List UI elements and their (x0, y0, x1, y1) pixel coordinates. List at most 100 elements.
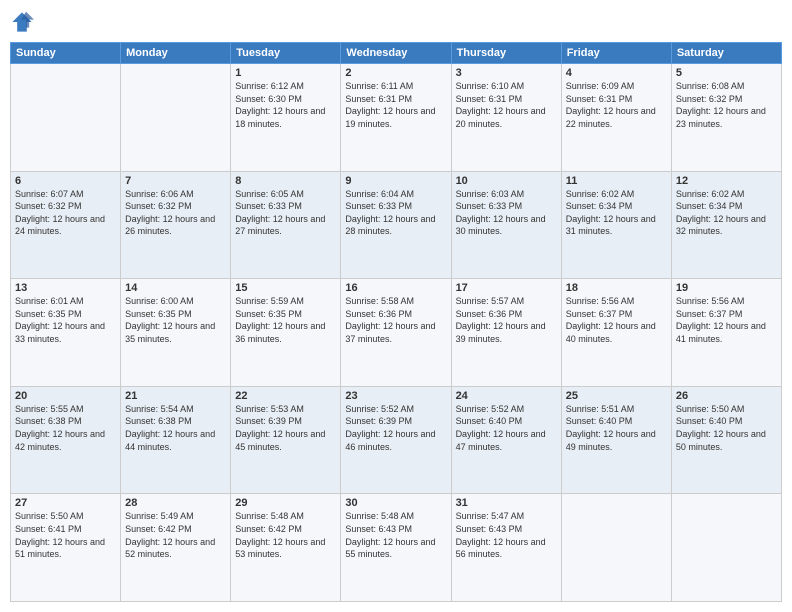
day-number: 23 (345, 390, 446, 402)
day-number: 1 (235, 67, 336, 79)
logo (10, 10, 36, 34)
day-number: 8 (235, 175, 336, 187)
table-row: 6Sunrise: 6:07 AMSunset: 6:32 PMDaylight… (11, 171, 121, 279)
day-info: Sunrise: 6:07 AMSunset: 6:32 PMDaylight:… (15, 188, 116, 238)
day-info: Sunrise: 6:05 AMSunset: 6:33 PMDaylight:… (235, 188, 336, 238)
table-row: 24Sunrise: 5:52 AMSunset: 6:40 PMDayligh… (451, 386, 561, 494)
day-number: 20 (15, 390, 116, 402)
day-number: 16 (345, 282, 446, 294)
day-info: Sunrise: 6:08 AMSunset: 6:32 PMDaylight:… (676, 80, 777, 130)
table-row (11, 64, 121, 172)
day-info: Sunrise: 5:56 AMSunset: 6:37 PMDaylight:… (566, 295, 667, 345)
day-info: Sunrise: 5:48 AMSunset: 6:42 PMDaylight:… (235, 510, 336, 560)
table-row: 17Sunrise: 5:57 AMSunset: 6:36 PMDayligh… (451, 279, 561, 387)
day-info: Sunrise: 5:54 AMSunset: 6:38 PMDaylight:… (125, 403, 226, 453)
day-number: 31 (456, 497, 557, 509)
day-number: 15 (235, 282, 336, 294)
day-info: Sunrise: 6:02 AMSunset: 6:34 PMDaylight:… (566, 188, 667, 238)
day-number: 19 (676, 282, 777, 294)
day-info: Sunrise: 5:52 AMSunset: 6:39 PMDaylight:… (345, 403, 446, 453)
table-row: 23Sunrise: 5:52 AMSunset: 6:39 PMDayligh… (341, 386, 451, 494)
col-tuesday: Tuesday (231, 43, 341, 64)
table-row: 2Sunrise: 6:11 AMSunset: 6:31 PMDaylight… (341, 64, 451, 172)
day-number: 26 (676, 390, 777, 402)
table-row: 14Sunrise: 6:00 AMSunset: 6:35 PMDayligh… (121, 279, 231, 387)
col-monday: Monday (121, 43, 231, 64)
table-row: 25Sunrise: 5:51 AMSunset: 6:40 PMDayligh… (561, 386, 671, 494)
calendar-week-row: 6Sunrise: 6:07 AMSunset: 6:32 PMDaylight… (11, 171, 782, 279)
day-info: Sunrise: 5:56 AMSunset: 6:37 PMDaylight:… (676, 295, 777, 345)
day-number: 12 (676, 175, 777, 187)
table-row: 4Sunrise: 6:09 AMSunset: 6:31 PMDaylight… (561, 64, 671, 172)
day-info: Sunrise: 5:59 AMSunset: 6:35 PMDaylight:… (235, 295, 336, 345)
table-row: 30Sunrise: 5:48 AMSunset: 6:43 PMDayligh… (341, 494, 451, 602)
day-info: Sunrise: 6:10 AMSunset: 6:31 PMDaylight:… (456, 80, 557, 130)
table-row (671, 494, 781, 602)
day-info: Sunrise: 6:00 AMSunset: 6:35 PMDaylight:… (125, 295, 226, 345)
day-info: Sunrise: 5:48 AMSunset: 6:43 PMDaylight:… (345, 510, 446, 560)
table-row: 27Sunrise: 5:50 AMSunset: 6:41 PMDayligh… (11, 494, 121, 602)
day-info: Sunrise: 5:49 AMSunset: 6:42 PMDaylight:… (125, 510, 226, 560)
table-row: 9Sunrise: 6:04 AMSunset: 6:33 PMDaylight… (341, 171, 451, 279)
day-number: 11 (566, 175, 667, 187)
page: Sunday Monday Tuesday Wednesday Thursday… (0, 0, 792, 612)
table-row: 8Sunrise: 6:05 AMSunset: 6:33 PMDaylight… (231, 171, 341, 279)
day-number: 3 (456, 67, 557, 79)
table-row (121, 64, 231, 172)
day-number: 24 (456, 390, 557, 402)
calendar-week-row: 27Sunrise: 5:50 AMSunset: 6:41 PMDayligh… (11, 494, 782, 602)
day-number: 17 (456, 282, 557, 294)
day-number: 4 (566, 67, 667, 79)
day-info: Sunrise: 5:57 AMSunset: 6:36 PMDaylight:… (456, 295, 557, 345)
col-thursday: Thursday (451, 43, 561, 64)
table-row: 18Sunrise: 5:56 AMSunset: 6:37 PMDayligh… (561, 279, 671, 387)
calendar-header-row: Sunday Monday Tuesday Wednesday Thursday… (11, 43, 782, 64)
day-number: 25 (566, 390, 667, 402)
table-row: 31Sunrise: 5:47 AMSunset: 6:43 PMDayligh… (451, 494, 561, 602)
day-number: 7 (125, 175, 226, 187)
table-row: 13Sunrise: 6:01 AMSunset: 6:35 PMDayligh… (11, 279, 121, 387)
day-info: Sunrise: 5:53 AMSunset: 6:39 PMDaylight:… (235, 403, 336, 453)
day-info: Sunrise: 5:50 AMSunset: 6:40 PMDaylight:… (676, 403, 777, 453)
day-number: 18 (566, 282, 667, 294)
day-number: 5 (676, 67, 777, 79)
day-number: 14 (125, 282, 226, 294)
table-row: 11Sunrise: 6:02 AMSunset: 6:34 PMDayligh… (561, 171, 671, 279)
col-saturday: Saturday (671, 43, 781, 64)
day-info: Sunrise: 6:11 AMSunset: 6:31 PMDaylight:… (345, 80, 446, 130)
day-info: Sunrise: 5:55 AMSunset: 6:38 PMDaylight:… (15, 403, 116, 453)
day-info: Sunrise: 6:01 AMSunset: 6:35 PMDaylight:… (15, 295, 116, 345)
logo-icon (10, 10, 34, 34)
table-row: 26Sunrise: 5:50 AMSunset: 6:40 PMDayligh… (671, 386, 781, 494)
table-row: 20Sunrise: 5:55 AMSunset: 6:38 PMDayligh… (11, 386, 121, 494)
table-row: 29Sunrise: 5:48 AMSunset: 6:42 PMDayligh… (231, 494, 341, 602)
table-row: 22Sunrise: 5:53 AMSunset: 6:39 PMDayligh… (231, 386, 341, 494)
col-wednesday: Wednesday (341, 43, 451, 64)
table-row: 10Sunrise: 6:03 AMSunset: 6:33 PMDayligh… (451, 171, 561, 279)
day-number: 30 (345, 497, 446, 509)
day-number: 27 (15, 497, 116, 509)
day-info: Sunrise: 6:04 AMSunset: 6:33 PMDaylight:… (345, 188, 446, 238)
day-number: 2 (345, 67, 446, 79)
calendar-week-row: 13Sunrise: 6:01 AMSunset: 6:35 PMDayligh… (11, 279, 782, 387)
day-info: Sunrise: 6:03 AMSunset: 6:33 PMDaylight:… (456, 188, 557, 238)
table-row: 5Sunrise: 6:08 AMSunset: 6:32 PMDaylight… (671, 64, 781, 172)
table-row: 7Sunrise: 6:06 AMSunset: 6:32 PMDaylight… (121, 171, 231, 279)
calendar-table: Sunday Monday Tuesday Wednesday Thursday… (10, 42, 782, 602)
day-info: Sunrise: 6:12 AMSunset: 6:30 PMDaylight:… (235, 80, 336, 130)
day-info: Sunrise: 5:47 AMSunset: 6:43 PMDaylight:… (456, 510, 557, 560)
table-row: 28Sunrise: 5:49 AMSunset: 6:42 PMDayligh… (121, 494, 231, 602)
calendar-week-row: 1Sunrise: 6:12 AMSunset: 6:30 PMDaylight… (11, 64, 782, 172)
day-number: 29 (235, 497, 336, 509)
table-row: 15Sunrise: 5:59 AMSunset: 6:35 PMDayligh… (231, 279, 341, 387)
day-number: 28 (125, 497, 226, 509)
table-row: 21Sunrise: 5:54 AMSunset: 6:38 PMDayligh… (121, 386, 231, 494)
day-number: 13 (15, 282, 116, 294)
header (10, 10, 782, 34)
day-info: Sunrise: 6:09 AMSunset: 6:31 PMDaylight:… (566, 80, 667, 130)
day-number: 21 (125, 390, 226, 402)
day-info: Sunrise: 5:52 AMSunset: 6:40 PMDaylight:… (456, 403, 557, 453)
day-info: Sunrise: 5:51 AMSunset: 6:40 PMDaylight:… (566, 403, 667, 453)
day-number: 10 (456, 175, 557, 187)
day-info: Sunrise: 6:02 AMSunset: 6:34 PMDaylight:… (676, 188, 777, 238)
